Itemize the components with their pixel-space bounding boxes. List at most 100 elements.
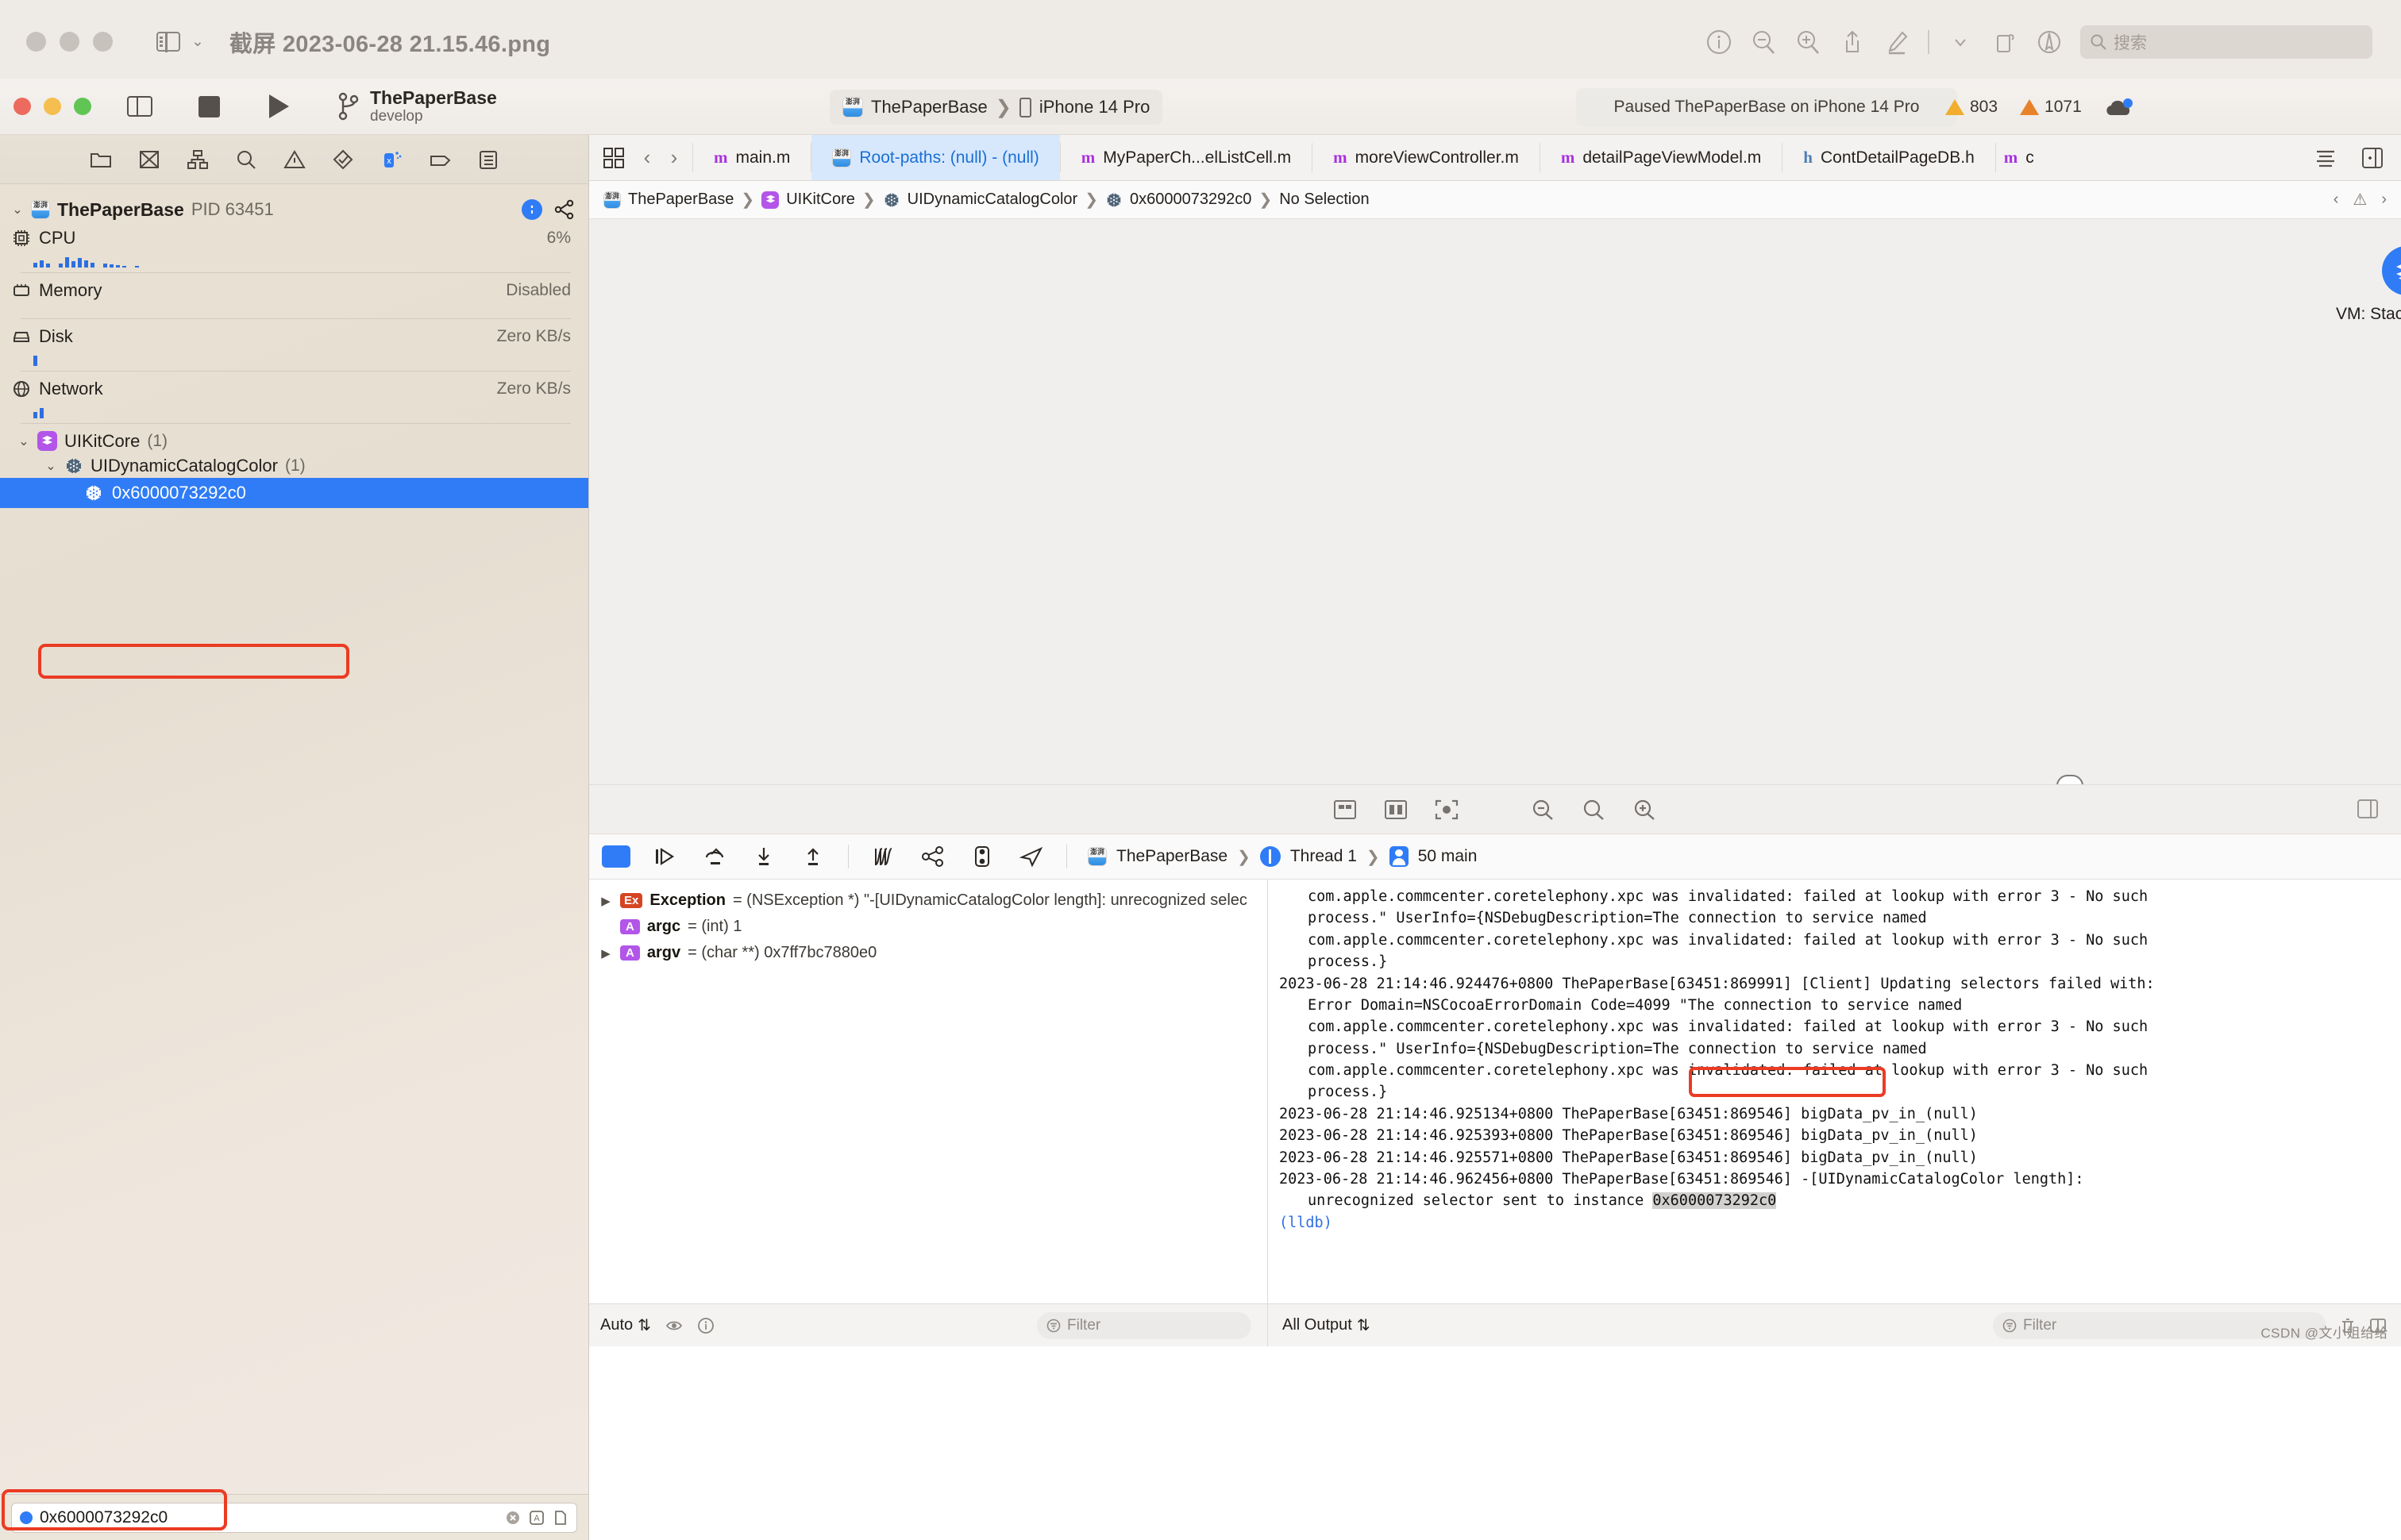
memory-graph-icon[interactable] <box>919 845 947 868</box>
disclosure-triangle[interactable]: ⌄ <box>11 202 24 218</box>
location-icon[interactable] <box>1017 845 1046 868</box>
preview-minimize-button[interactable] <box>60 32 79 52</box>
layout-icon[interactable] <box>1382 798 1409 822</box>
inspector-icon[interactable] <box>2355 798 2380 820</box>
clear-icon[interactable] <box>505 1510 521 1526</box>
source-control-icon[interactable] <box>138 148 160 171</box>
cloud-icon[interactable] <box>2104 96 2133 118</box>
environment-overrides-icon[interactable] <box>968 845 996 868</box>
fit-icon[interactable] <box>1332 798 1359 822</box>
tab-mypaperchannellistcell-m[interactable]: m MyPaperCh...elListCell.m <box>1061 135 1312 180</box>
tab-overflow[interactable]: m c <box>1996 135 2042 180</box>
tab-detailpageviewmodel-m[interactable]: m detailPageViewModel.m <box>1540 135 1782 180</box>
symbol-hierarchy-icon[interactable] <box>187 148 209 171</box>
gauge-row-network[interactable]: Network Zero KB/s <box>0 376 588 401</box>
zoom-in-icon[interactable] <box>1794 29 1821 56</box>
go-back-button[interactable]: ‹ <box>634 145 661 170</box>
process-info-icon[interactable] <box>522 199 542 220</box>
tab-overview-icon[interactable] <box>603 147 624 168</box>
variables-view[interactable]: ▶ Ex Exception = (NSException *) "-[UIDy… <box>589 880 1268 1303</box>
tab-moreviewcontroller-m[interactable]: m moreViewController.m <box>1312 135 1540 180</box>
editor-options-icon[interactable] <box>2310 146 2341 170</box>
search-icon[interactable] <box>235 148 257 171</box>
stop-button[interactable] <box>198 95 220 117</box>
issue-next-button[interactable]: › <box>2381 191 2387 209</box>
breakpoint-tag-icon[interactable] <box>429 148 451 171</box>
filter-warnings-icon[interactable]: A <box>529 1510 545 1526</box>
run-button[interactable] <box>269 94 289 118</box>
tree-node-selected-instance[interactable]: 0x6000073292c0 <box>0 478 588 508</box>
xcode-minimize-button[interactable] <box>44 98 61 115</box>
issue-warning-icon[interactable]: ⚠ <box>2353 190 2367 210</box>
zoom-out-icon[interactable] <box>1530 798 1557 822</box>
navigator-tab-bar[interactable]: x <box>0 135 588 184</box>
preview-search-field[interactable]: 搜索 <box>2080 25 2372 59</box>
error-counter[interactable]: 1071 <box>2020 98 2082 117</box>
chevron-down-icon[interactable] <box>1947 29 1974 56</box>
breadcrumb-item-0[interactable]: ThePaperBase <box>628 191 734 209</box>
share-icon[interactable] <box>1839 29 1866 56</box>
navigator-filter-input[interactable]: 0x6000073292c0 A <box>11 1502 577 1533</box>
breadcrumb-item-3[interactable]: 0x6000073292c0 <box>1130 191 1251 209</box>
focus-icon[interactable] <box>1433 798 1460 822</box>
continue-icon[interactable] <box>651 845 680 868</box>
variables-scope-dropdown[interactable]: Auto ⇅ <box>600 1315 651 1335</box>
warning-counter[interactable]: 803 <box>1945 98 1998 117</box>
gauge-row-cpu[interactable]: CPU 6% <box>0 225 588 250</box>
tree-node-uidynamiccatalogcolor[interactable]: ⌄ UIDynamicCatalogColor (1) <box>0 453 588 478</box>
zoom-in-icon[interactable] <box>1632 798 1659 822</box>
tree-node-uikitcore[interactable]: ⌄ UIKitCore (1) <box>0 429 588 453</box>
scheme-selector[interactable]: ThePaperBase develop <box>338 87 497 125</box>
gauge-row-disk[interactable]: Disk Zero KB/s <box>0 324 588 348</box>
disclosure-triangle[interactable]: ⌄ <box>17 433 30 449</box>
tab-contdetailpagedb-h[interactable]: h ContDetailPageDB.h <box>1782 135 1994 180</box>
go-forward-button[interactable]: › <box>661 145 688 170</box>
zoom-reset-icon[interactable] <box>1581 798 1608 822</box>
navigator-toggle-button[interactable] <box>127 96 152 117</box>
console-output[interactable]: com.apple.commcenter.coretelephony.xpc w… <box>1268 880 2401 1303</box>
share-graph-icon[interactable] <box>553 199 576 220</box>
variables-filter-input[interactable]: Filter <box>1037 1311 1251 1339</box>
tab-main-m[interactable]: m main.m <box>693 135 811 180</box>
hide-debug-area-button[interactable] <box>602 845 630 868</box>
breadcrumb-item-1[interactable]: UIKitCore <box>786 191 855 209</box>
preview-traffic-lights[interactable] <box>26 32 113 52</box>
warning-triangle-icon[interactable] <box>283 148 306 171</box>
rotate-icon[interactable] <box>1991 29 2018 56</box>
step-into-icon[interactable] <box>750 845 778 868</box>
destination-chooser[interactable]: 澎湃 ThePaperBase ❯ iPhone 14 Pro <box>830 90 1163 125</box>
test-diamond-icon[interactable] <box>332 148 354 171</box>
console-scope-dropdown[interactable]: All Output ⇅ <box>1282 1315 1370 1335</box>
disclosure-triangle[interactable]: ▶ <box>599 946 613 961</box>
graph-node-vm-stack-thread-0[interactable]: VM: Stack thread 0 <box>2336 246 2401 324</box>
info-icon[interactable] <box>1705 29 1732 56</box>
view-hierarchy-icon[interactable] <box>869 845 898 868</box>
preview-maximize-button[interactable] <box>93 32 113 52</box>
tab-root-paths[interactable]: 澎湃 Root-paths: (null) - (null) <box>811 135 1060 180</box>
issue-counters[interactable]: 803 1071 <box>1945 88 2082 126</box>
report-list-icon[interactable] <box>477 148 499 171</box>
markup-icon[interactable] <box>1883 29 1910 56</box>
debug-icon[interactable]: x <box>380 148 403 171</box>
variable-row-argc[interactable]: A argc = (int) 1 <box>599 914 1267 940</box>
info-icon[interactable] <box>697 1317 715 1334</box>
issue-prev-button[interactable]: ‹ <box>2334 191 2339 209</box>
eye-icon[interactable] <box>665 1317 683 1334</box>
step-over-icon[interactable] <box>700 845 729 868</box>
zoom-out-icon[interactable] <box>1750 29 1777 56</box>
navigator-process-row[interactable]: ⌄ 澎湃 ThePaperBase PID 63451 <box>0 194 588 225</box>
annotate-icon[interactable] <box>2036 29 2063 56</box>
preview-close-button[interactable] <box>26 32 46 52</box>
breadcrumb-item-2[interactable]: UIDynamicCatalogColor <box>908 191 1078 209</box>
step-out-icon[interactable] <box>799 845 827 868</box>
folder-icon[interactable] <box>90 148 112 171</box>
variable-row-exception[interactable]: ▶ Ex Exception = (NSException *) "-[UIDy… <box>599 887 1267 914</box>
variable-row-argv[interactable]: ▶ A argv = (char **) 0x7ff7bc7880e0 <box>599 940 1267 966</box>
xcode-traffic-lights[interactable] <box>13 98 91 115</box>
gauge-row-memory[interactable]: Memory Disabled <box>0 278 588 302</box>
more-dots-badge-icon[interactable] <box>2056 775 2084 784</box>
breadcrumb-item-4[interactable]: No Selection <box>1279 191 1369 209</box>
debug-process-path[interactable]: 澎湃 ThePaperBase ❯ Thread 1 ❯ 50 main <box>1088 846 1477 867</box>
filter-files-icon[interactable] <box>553 1510 568 1526</box>
xcode-close-button[interactable] <box>13 98 31 115</box>
